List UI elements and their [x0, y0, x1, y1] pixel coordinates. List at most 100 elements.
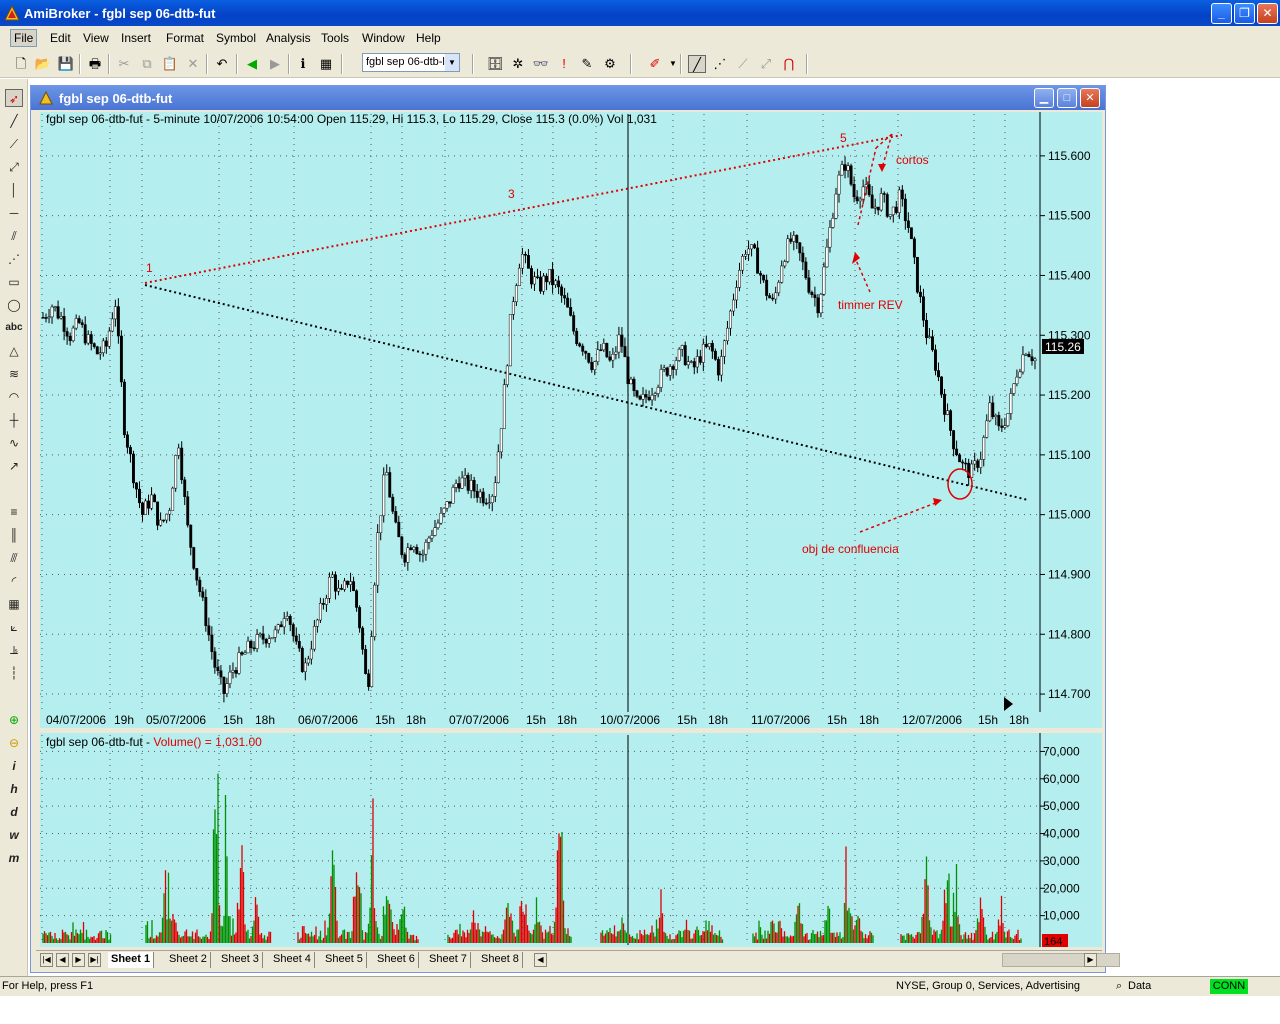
chart-minimize-button[interactable]: ▁ — [1034, 88, 1054, 108]
back-icon[interactable]: ◀ — [243, 55, 261, 73]
sheet-tab-1[interactable]: Sheet 1 — [108, 952, 155, 968]
menu-view[interactable]: View — [83, 31, 109, 45]
close-button[interactable]: ✕ — [1257, 3, 1278, 24]
new-icon[interactable]: 🗋 — [12, 55, 30, 73]
lower-trendline[interactable] — [144, 284, 1029, 501]
scroll-right-arrow-icon[interactable] — [1004, 697, 1013, 711]
price-candle — [270, 637, 274, 639]
chevron-down-icon[interactable]: ▼ — [445, 54, 459, 71]
line-icon[interactable]: ╱ — [5, 112, 23, 130]
ray-icon[interactable]: ⟋ — [5, 135, 23, 153]
price-candle — [915, 256, 919, 293]
gann-icon[interactable]: ⫻ — [5, 549, 23, 567]
sheet-tab-5[interactable]: Sheet 5 — [322, 952, 367, 968]
chart-maximize-button[interactable]: □ — [1057, 88, 1077, 108]
fan-icon[interactable]: ◜ — [5, 572, 23, 590]
menu-tools[interactable]: Tools — [321, 31, 349, 45]
scroll-left-icon[interactable]: ◀ — [534, 953, 547, 967]
info-icon[interactable]: ℹ — [294, 55, 312, 73]
edit-icon[interactable]: ✎ — [578, 55, 596, 73]
maximize-button[interactable]: ❐ — [1234, 3, 1255, 24]
lines-icon[interactable]: ≡ — [5, 503, 23, 521]
extended-line-icon[interactable]: ⤢ — [5, 158, 23, 176]
chart-close-button[interactable]: ✕ — [1080, 88, 1100, 108]
bars-icon[interactable]: ║ — [5, 526, 23, 544]
sheet-tab-2[interactable]: Sheet 2 — [166, 952, 211, 968]
dotted-line-icon[interactable]: ⋰ — [711, 55, 729, 73]
first-sheet-icon[interactable]: |◀ — [40, 953, 53, 967]
parallel-channel-icon[interactable]: ⫽ — [5, 227, 23, 245]
zigzag-icon[interactable]: ∿ — [5, 434, 23, 452]
quote-icon[interactable]: ┆ — [5, 664, 23, 682]
chart-window-titlebar[interactable]: fgbl sep 06-dtb-fut ▁ □ ✕ — [31, 86, 1105, 110]
print-icon[interactable]: 🖶 — [86, 55, 104, 73]
cut-icon[interactable]: ✂ — [115, 55, 133, 73]
fibonacci-icon[interactable]: ≋ — [5, 365, 23, 383]
cycles-icon[interactable]: ┼ — [5, 411, 23, 429]
open-icon[interactable]: 📂 — [34, 55, 52, 73]
minus-icon[interactable]: ⊖ — [5, 734, 23, 752]
alert-icon[interactable]: ! — [555, 55, 573, 73]
menu-edit[interactable]: Edit — [50, 31, 71, 45]
menu-window[interactable]: Window — [362, 31, 405, 45]
scroll-right-icon[interactable]: ▶ — [1084, 953, 1097, 967]
menu-format[interactable]: Format — [166, 31, 204, 45]
regression-icon[interactable]: ⋰ — [5, 250, 23, 268]
next-sheet-icon[interactable]: ▶ — [72, 953, 85, 967]
horizontal-scrollbar[interactable] — [1002, 953, 1120, 967]
minimize-button[interactable]: _ — [1211, 3, 1232, 24]
ray-line-icon[interactable]: ⟋ — [734, 55, 752, 73]
pitchfork-icon[interactable]: ⫡ — [5, 641, 23, 659]
horizontal-line-icon[interactable]: ─ — [5, 204, 23, 222]
menu-insert[interactable]: Insert — [121, 31, 151, 45]
intraday-icon[interactable]: i — [5, 757, 23, 775]
triangle-icon[interactable]: △ — [5, 342, 23, 360]
save-icon[interactable]: 💾 — [57, 55, 75, 73]
monthly-icon[interactable]: m — [5, 849, 23, 867]
menu-file[interactable]: File — [10, 29, 38, 47]
calendar-icon[interactable]: ▦ — [317, 55, 335, 73]
sheet-tab-3[interactable]: Sheet 3 — [218, 952, 263, 968]
grid-icon[interactable]: ▦ — [5, 595, 23, 613]
sheet-tab-6[interactable]: Sheet 6 — [374, 952, 419, 968]
rectangle-icon[interactable]: ▭ — [5, 273, 23, 291]
sheet-tab-7[interactable]: Sheet 7 — [426, 952, 471, 968]
sheet-tab-4[interactable]: Sheet 4 — [270, 952, 315, 968]
paste-icon[interactable]: 📋 — [161, 55, 179, 73]
volume-chart[interactable]: 70,000 60,000 50,000 40,000 30,000 20,000 10,0… — [40, 733, 1102, 948]
plus-icon[interactable]: ⊕ — [5, 711, 23, 729]
ellipse-icon[interactable]: ◯ — [5, 296, 23, 314]
binoculars-icon[interactable]: 👓 — [532, 55, 550, 73]
delete-icon[interactable]: ✕ — [184, 55, 202, 73]
menu-symbol[interactable]: Symbol — [216, 31, 256, 45]
arrow-tool-icon[interactable]: ↗ — [5, 457, 23, 475]
hourly-icon[interactable]: h — [5, 780, 23, 798]
wizard-icon[interactable]: ⚙ — [601, 55, 619, 73]
menu-analysis[interactable]: Analysis — [266, 31, 311, 45]
forward-icon[interactable]: ▶ — [266, 55, 284, 73]
price-pane[interactable]: 1 3 5 cortos timmer REV obj de confluencia 11… — [40, 112, 1102, 728]
last-sheet-icon[interactable]: ▶| — [88, 953, 101, 967]
weekly-icon[interactable]: w — [5, 826, 23, 844]
undo-icon[interactable]: ↶ — [213, 55, 231, 73]
daily-icon[interactable]: d — [5, 803, 23, 821]
volume-pane[interactable]: 70,000 60,000 50,000 40,000 30,000 20,000 10,0… — [40, 733, 1102, 948]
symbol-dropdown[interactable]: fgbl sep 06-dtb-l ▼ — [362, 53, 460, 72]
arc-icon[interactable]: ◠ — [5, 388, 23, 406]
color-pen-icon[interactable]: ✐ — [646, 55, 664, 73]
pointer-icon[interactable]: ➶ — [5, 89, 23, 107]
menu-help[interactable]: Help — [416, 31, 441, 45]
draw-line-icon[interactable]: ╱ — [688, 55, 706, 73]
copy-icon[interactable]: ⧉ — [138, 55, 156, 73]
settings-icon[interactable]: ✲ — [509, 55, 527, 73]
price-candle — [828, 227, 832, 248]
gann-fan-icon[interactable]: ⟀ — [5, 618, 23, 636]
magnet-icon[interactable]: ⋂ — [780, 55, 798, 73]
extended-line-icon[interactable]: ⤢ — [757, 55, 775, 73]
prev-sheet-icon[interactable]: ◀ — [56, 953, 69, 967]
vertical-line-icon[interactable]: │ — [5, 181, 23, 199]
database-icon[interactable]: 🗄 — [486, 55, 504, 73]
text-icon[interactable]: abc — [5, 319, 23, 337]
price-chart[interactable]: 1 3 5 cortos timmer REV obj de confluencia 11… — [40, 112, 1102, 728]
sheet-tab-8[interactable]: Sheet 8 — [478, 952, 523, 968]
